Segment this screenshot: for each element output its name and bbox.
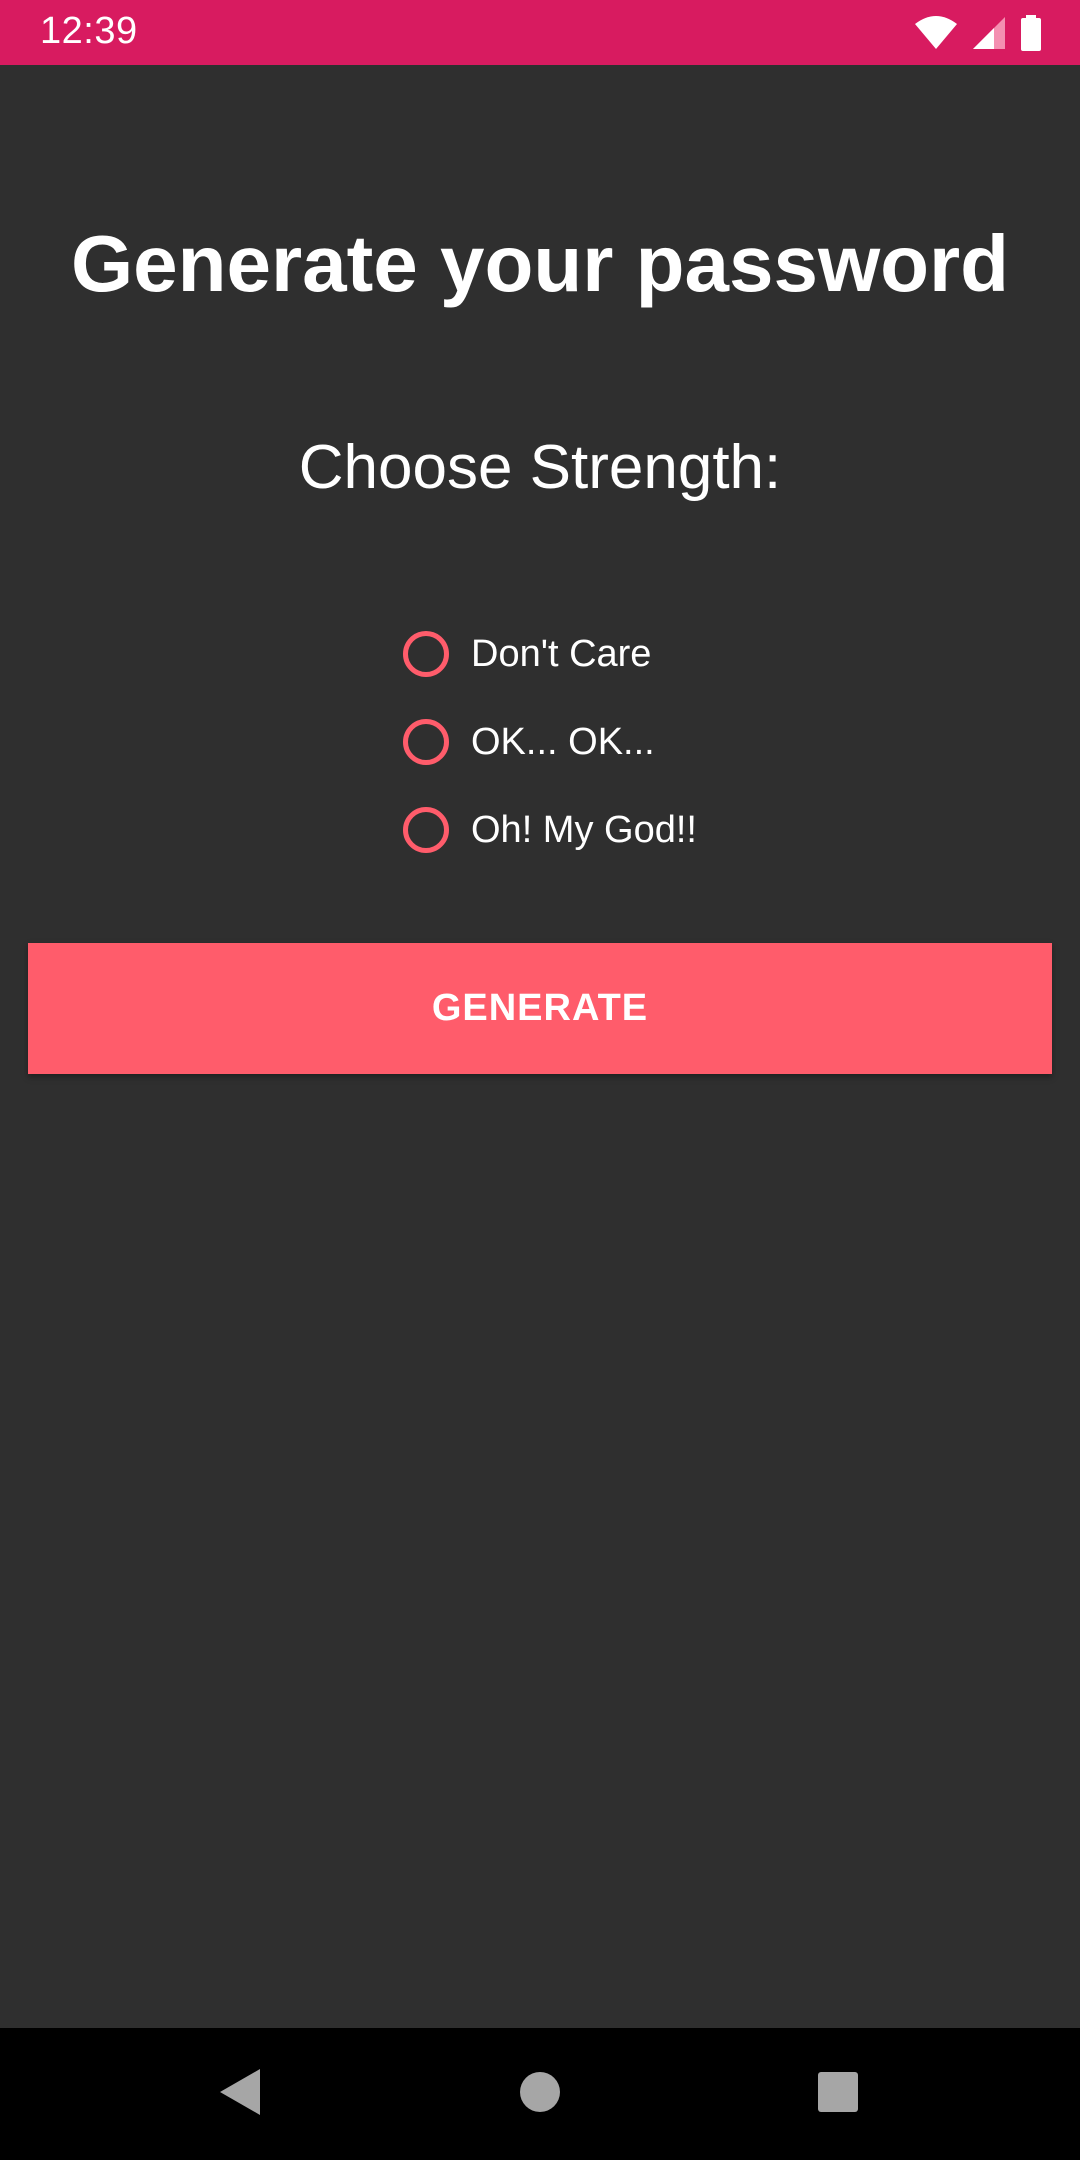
status-bar: 12:39 (0, 0, 1080, 65)
wifi-icon (914, 16, 958, 50)
strength-radio-group: Don't Care OK... OK... Oh! My God!! (400, 610, 900, 874)
radio-option-dont-care[interactable]: Don't Care (400, 610, 900, 698)
app-screen: 12:39 Generate your password Choose Stre… (0, 0, 1080, 2160)
battery-icon (1020, 15, 1042, 51)
home-button[interactable] (470, 2028, 610, 2160)
status-time: 12:39 (40, 10, 138, 52)
radio-button[interactable] (403, 719, 449, 765)
radio-label: Oh! My God!! (471, 808, 697, 851)
radio-option-ok-ok[interactable]: OK... OK... (400, 698, 900, 786)
navigation-bar (0, 2028, 1080, 2160)
cell-signal-icon (972, 16, 1006, 50)
radio-label: OK... OK... (471, 720, 655, 763)
generate-button[interactable]: GENERATE (28, 943, 1052, 1074)
page-title: Generate your password (70, 219, 1010, 308)
recents-icon (817, 2071, 859, 2117)
status-icons (914, 14, 1042, 52)
radio-option-oh-my-god[interactable]: Oh! My God!! (400, 786, 900, 874)
strength-heading: Choose Strength: (298, 433, 782, 502)
radio-button[interactable] (403, 631, 449, 677)
back-icon (218, 2067, 262, 2121)
home-icon (519, 2071, 561, 2117)
radio-button[interactable] (403, 807, 449, 853)
recents-button[interactable] (768, 2028, 908, 2160)
back-button[interactable] (170, 2028, 310, 2160)
radio-label: Don't Care (471, 632, 652, 675)
